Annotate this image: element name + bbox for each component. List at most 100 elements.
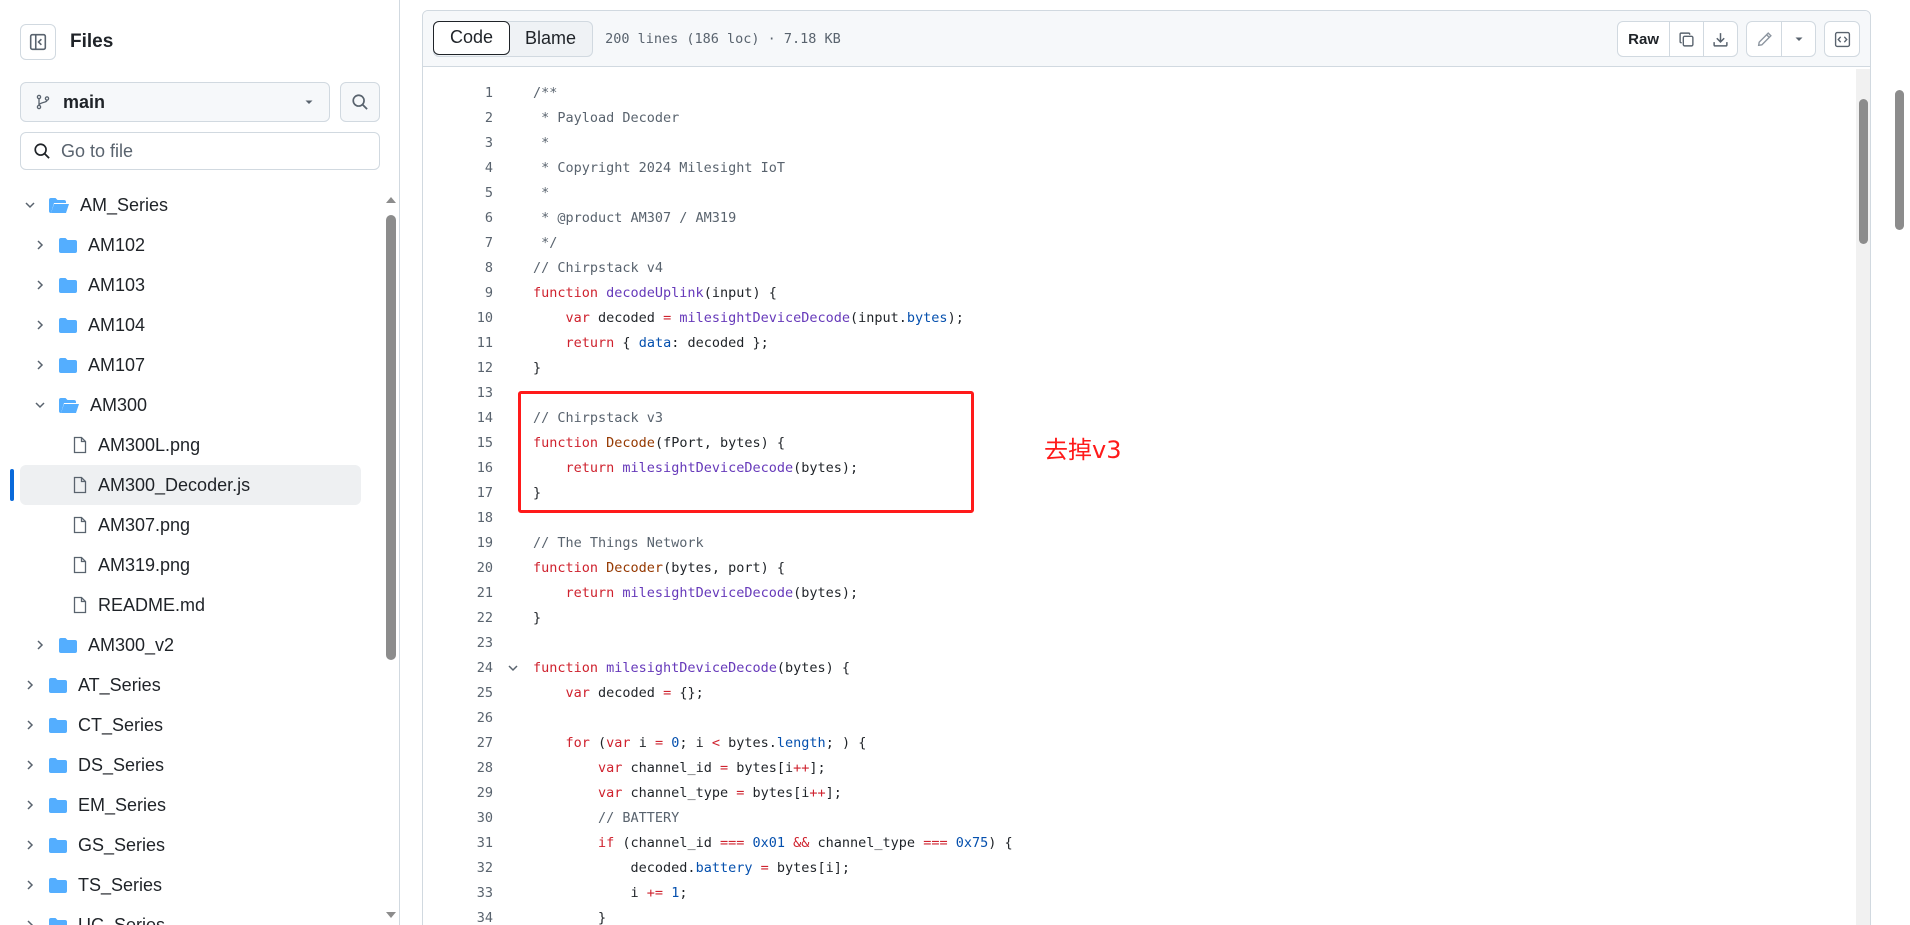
tree-folder[interactable]: UC_Series bbox=[0, 905, 375, 925]
line-number[interactable]: 32 bbox=[423, 860, 493, 876]
expand-chevron[interactable] bbox=[32, 277, 48, 293]
code-line[interactable]: 21 return milesightDeviceDecode(bytes); bbox=[423, 580, 1870, 605]
tree-folder[interactable]: DS_Series bbox=[0, 745, 375, 785]
code-line[interactable]: 32 decoded.battery = bytes[i]; bbox=[423, 855, 1870, 880]
code-line[interactable]: 5 * bbox=[423, 180, 1870, 205]
code-line[interactable]: 27 for (var i = 0; i < bytes.length; ) { bbox=[423, 730, 1870, 755]
tree-file[interactable]: AM300L.png bbox=[0, 425, 375, 465]
tree-folder[interactable]: GS_Series bbox=[0, 825, 375, 865]
expand-chevron[interactable] bbox=[22, 717, 38, 733]
tree-file[interactable]: AM307.png bbox=[0, 505, 375, 545]
code-line[interactable]: 10 var decoded = milesightDeviceDecode(i… bbox=[423, 305, 1870, 330]
sidebar-scrollbar[interactable] bbox=[385, 195, 397, 920]
line-number[interactable]: 4 bbox=[423, 160, 493, 176]
sidebar-scroll-thumb[interactable] bbox=[386, 215, 396, 660]
page-scrollbar[interactable] bbox=[1892, 80, 1906, 925]
expand-chevron[interactable] bbox=[22, 837, 38, 853]
line-number[interactable]: 27 bbox=[423, 735, 493, 751]
code-line[interactable]: 23 bbox=[423, 630, 1870, 655]
line-number[interactable]: 31 bbox=[423, 835, 493, 851]
code-line[interactable]: 7 */ bbox=[423, 230, 1870, 255]
line-number[interactable]: 26 bbox=[423, 710, 493, 726]
tree-folder[interactable]: AM300_v2 bbox=[0, 625, 375, 665]
line-number[interactable]: 28 bbox=[423, 760, 493, 776]
tree-file[interactable]: README.md bbox=[0, 585, 375, 625]
collapse-sidebar-button[interactable] bbox=[20, 24, 56, 60]
branch-selector[interactable]: main bbox=[20, 82, 330, 122]
expand-chevron[interactable] bbox=[32, 237, 48, 253]
tree-folder[interactable]: EM_Series bbox=[0, 785, 375, 825]
code-tab[interactable]: Code bbox=[433, 20, 511, 55]
line-number[interactable]: 5 bbox=[423, 185, 493, 201]
code-line[interactable]: 4 * Copyright 2024 Milesight IoT bbox=[423, 155, 1870, 180]
tree-folder[interactable]: AM102 bbox=[0, 225, 375, 265]
code-line[interactable]: 12} bbox=[423, 355, 1870, 380]
line-number[interactable]: 22 bbox=[423, 610, 493, 626]
blame-tab[interactable]: Blame bbox=[509, 22, 592, 56]
scroll-down-arrow-icon[interactable] bbox=[385, 910, 397, 920]
code-line[interactable]: 11 return { data: decoded }; bbox=[423, 330, 1870, 355]
tree-folder[interactable]: AM_Series bbox=[0, 185, 375, 225]
code-line[interactable]: 6 * @product AM307 / AM319 bbox=[423, 205, 1870, 230]
line-number[interactable]: 11 bbox=[423, 335, 493, 351]
expand-chevron[interactable] bbox=[32, 637, 48, 653]
tree-file[interactable]: AM319.png bbox=[0, 545, 375, 585]
code-line[interactable]: 8 // Chirpstack v4 bbox=[423, 255, 1870, 280]
tree-folder[interactable]: AT_Series bbox=[0, 665, 375, 705]
go-to-file-field[interactable] bbox=[20, 132, 380, 170]
line-number[interactable]: 19 bbox=[423, 535, 493, 551]
scroll-up-arrow-icon[interactable] bbox=[385, 195, 397, 205]
line-number[interactable]: 25 bbox=[423, 685, 493, 701]
tree-folder[interactable]: TS_Series bbox=[0, 865, 375, 905]
code-scrollbar[interactable] bbox=[1856, 69, 1870, 925]
line-number[interactable]: 14 bbox=[423, 410, 493, 426]
download-raw-button[interactable] bbox=[1703, 22, 1737, 56]
line-number[interactable]: 9 bbox=[423, 285, 493, 301]
code-line[interactable]: 31 if (channel_id === 0x01 && channel_ty… bbox=[423, 830, 1870, 855]
code-line[interactable]: 33 i += 1; bbox=[423, 880, 1870, 905]
code-line[interactable]: 34 } bbox=[423, 905, 1870, 925]
line-number[interactable]: 29 bbox=[423, 785, 493, 801]
expand-chevron[interactable] bbox=[22, 917, 38, 925]
expand-chevron[interactable] bbox=[32, 397, 48, 413]
raw-button[interactable]: Raw bbox=[1618, 22, 1669, 56]
tree-folder[interactable]: AM107 bbox=[0, 345, 375, 385]
edit-options-dropdown[interactable] bbox=[1781, 22, 1815, 56]
line-number[interactable]: 20 bbox=[423, 560, 493, 576]
code-line[interactable]: 19 // The Things Network bbox=[423, 530, 1870, 555]
expand-chevron[interactable] bbox=[22, 677, 38, 693]
line-number[interactable]: 12 bbox=[423, 360, 493, 376]
line-number[interactable]: 13 bbox=[423, 385, 493, 401]
expand-chevron[interactable] bbox=[22, 877, 38, 893]
expand-chevron[interactable] bbox=[32, 317, 48, 333]
line-number[interactable]: 15 bbox=[423, 435, 493, 451]
line-number[interactable]: 8 bbox=[423, 260, 493, 276]
line-number[interactable]: 1 bbox=[423, 85, 493, 101]
edit-file-button[interactable] bbox=[1747, 22, 1781, 56]
line-number[interactable]: 34 bbox=[423, 910, 493, 925]
expand-chevron[interactable] bbox=[32, 357, 48, 373]
code-line[interactable]: 3 * bbox=[423, 130, 1870, 155]
line-number[interactable]: 6 bbox=[423, 210, 493, 226]
line-number[interactable]: 2 bbox=[423, 110, 493, 126]
copy-raw-button[interactable] bbox=[1669, 22, 1703, 56]
tree-folder[interactable]: AM104 bbox=[0, 305, 375, 345]
line-number[interactable]: 21 bbox=[423, 585, 493, 601]
search-button[interactable] bbox=[340, 82, 380, 122]
expand-chevron[interactable] bbox=[22, 197, 38, 213]
line-number[interactable]: 30 bbox=[423, 810, 493, 826]
tree-file[interactable]: AM300_Decoder.js bbox=[10, 465, 361, 505]
code-line[interactable]: 20 function Decoder(bytes, port) { bbox=[423, 555, 1870, 580]
line-number[interactable]: 17 bbox=[423, 485, 493, 501]
fold-gutter[interactable] bbox=[493, 662, 533, 674]
code-line[interactable]: 22} bbox=[423, 605, 1870, 630]
tree-folder[interactable]: AM300 bbox=[0, 385, 375, 425]
line-number[interactable]: 33 bbox=[423, 885, 493, 901]
line-number[interactable]: 10 bbox=[423, 310, 493, 326]
expand-chevron[interactable] bbox=[22, 797, 38, 813]
code-scroll-thumb[interactable] bbox=[1859, 99, 1868, 244]
code-line[interactable]: 29 var channel_type = bytes[i++]; bbox=[423, 780, 1870, 805]
line-number[interactable]: 3 bbox=[423, 135, 493, 151]
line-number[interactable]: 18 bbox=[423, 510, 493, 526]
code-line[interactable]: 9 function decodeUplink(input) { bbox=[423, 280, 1870, 305]
